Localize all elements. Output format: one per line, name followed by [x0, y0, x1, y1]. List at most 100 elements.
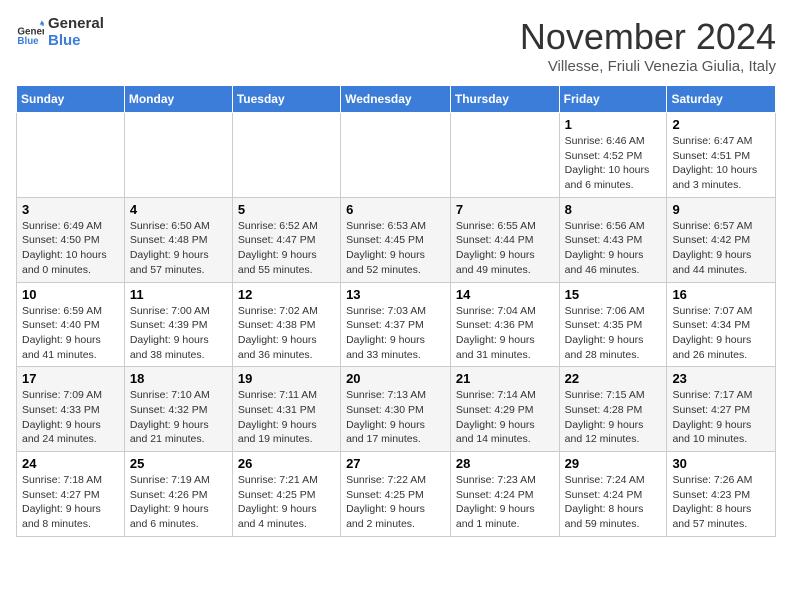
day-cell: 22 Sunrise: 7:15 AMSunset: 4:28 PMDayligh… — [559, 367, 667, 452]
week-row-2: 3Sunrise: 6:49 AMSunset: 4:50 PMDaylight… — [17, 197, 776, 282]
header-cell-friday: Friday — [559, 86, 667, 113]
day-info: Sunrise: 7:24 AMSunset: 4:24 PMDaylight:… — [565, 473, 662, 532]
day-info: Sunrise: 6:46 AMSunset: 4:52 PMDaylight:… — [565, 134, 662, 193]
logo-general: General — [48, 16, 104, 33]
day-cell: 3Sunrise: 6:49 AMSunset: 4:50 PMDaylight… — [17, 197, 125, 282]
svg-text:Blue: Blue — [17, 36, 39, 47]
day-number: 10 — [22, 287, 119, 302]
day-info: Sunrise: 6:55 AMSunset: 4:44 PMDaylight:… — [456, 219, 554, 278]
week-row-1: 1 Sunrise: 6:46 AMSunset: 4:52 PMDaylight… — [17, 113, 776, 198]
day-cell: 9Sunrise: 6:57 AMSunset: 4:42 PMDaylight… — [667, 197, 776, 282]
week-row-4: 17 Sunrise: 7:09 AMSunset: 4:33 PMDayligh… — [17, 367, 776, 452]
day-number: 14 — [456, 287, 554, 302]
day-number: 15 — [565, 287, 662, 302]
day-info: Sunrise: 7:26 AMSunset: 4:23 PMDaylight:… — [672, 473, 770, 532]
day-cell: 20 Sunrise: 7:13 AMSunset: 4:30 PMDayligh… — [341, 367, 451, 452]
day-cell: 2 Sunrise: 6:47 AMSunset: 4:51 PMDaylight… — [667, 113, 776, 198]
day-number: 18 — [130, 371, 227, 386]
day-cell: 21Sunrise: 7:14 AMSunset: 4:29 PMDayligh… — [450, 367, 559, 452]
day-cell: 30 Sunrise: 7:26 AMSunset: 4:23 PMDayligh… — [667, 452, 776, 537]
day-info: Sunrise: 6:47 AMSunset: 4:51 PMDaylight:… — [672, 134, 770, 193]
header-cell-thursday: Thursday — [450, 86, 559, 113]
day-info: Sunrise: 6:59 AMSunset: 4:40 PMDaylight:… — [22, 304, 119, 363]
day-cell: 28 Sunrise: 7:23 AMSunset: 4:24 PMDayligh… — [450, 452, 559, 537]
day-info: Sunrise: 6:52 AMSunset: 4:47 PMDaylight:… — [238, 219, 335, 278]
day-info: Sunrise: 7:22 AMSunset: 4:25 PMDaylight:… — [346, 473, 445, 532]
day-number: 5 — [238, 202, 335, 217]
day-cell: 8 Sunrise: 6:56 AMSunset: 4:43 PMDaylight… — [559, 197, 667, 282]
day-cell: 23 Sunrise: 7:17 AMSunset: 4:27 PMDayligh… — [667, 367, 776, 452]
calendar-body: 1 Sunrise: 6:46 AMSunset: 4:52 PMDaylight… — [17, 113, 776, 537]
day-number: 8 — [565, 202, 662, 217]
day-cell — [450, 113, 559, 198]
day-cell: 13Sunrise: 7:03 AMSunset: 4:37 PMDayligh… — [341, 282, 451, 367]
day-number: 24 — [22, 456, 119, 471]
day-cell: 1 Sunrise: 6:46 AMSunset: 4:52 PMDaylight… — [559, 113, 667, 198]
header-cell-tuesday: Tuesday — [232, 86, 340, 113]
day-number: 12 — [238, 287, 335, 302]
day-number: 19 — [238, 371, 335, 386]
location-subtitle: Villesse, Friuli Venezia Giulia, Italy — [520, 58, 776, 75]
day-cell: 17 Sunrise: 7:09 AMSunset: 4:33 PMDayligh… — [17, 367, 125, 452]
day-info: Sunrise: 7:15 AMSunset: 4:28 PMDaylight:… — [565, 388, 662, 447]
day-number: 23 — [672, 371, 770, 386]
day-number: 27 — [346, 456, 445, 471]
day-cell: 14 Sunrise: 7:04 AMSunset: 4:36 PMDayligh… — [450, 282, 559, 367]
header-cell-monday: Monday — [124, 86, 232, 113]
week-row-5: 24 Sunrise: 7:18 AMSunset: 4:27 PMDayligh… — [17, 452, 776, 537]
day-cell: 24 Sunrise: 7:18 AMSunset: 4:27 PMDayligh… — [17, 452, 125, 537]
logo: General Blue General Blue — [16, 16, 104, 49]
day-cell: 18 Sunrise: 7:10 AMSunset: 4:32 PMDayligh… — [124, 367, 232, 452]
day-info: Sunrise: 7:00 AMSunset: 4:39 PMDaylight:… — [130, 304, 227, 363]
day-number: 2 — [672, 117, 770, 132]
day-cell: 4Sunrise: 6:50 AMSunset: 4:48 PMDaylight… — [124, 197, 232, 282]
day-info: Sunrise: 7:10 AMSunset: 4:32 PMDaylight:… — [130, 388, 227, 447]
day-info: Sunrise: 7:14 AMSunset: 4:29 PMDaylight:… — [456, 388, 554, 447]
day-cell: 27 Sunrise: 7:22 AMSunset: 4:25 PMDayligh… — [341, 452, 451, 537]
day-cell: 15Sunrise: 7:06 AMSunset: 4:35 PMDayligh… — [559, 282, 667, 367]
day-number: 13 — [346, 287, 445, 302]
header-row: SundayMondayTuesdayWednesdayThursdayFrid… — [17, 86, 776, 113]
day-cell: 11 Sunrise: 7:00 AMSunset: 4:39 PMDayligh… — [124, 282, 232, 367]
day-number: 28 — [456, 456, 554, 471]
header-cell-saturday: Saturday — [667, 86, 776, 113]
day-number: 6 — [346, 202, 445, 217]
day-info: Sunrise: 7:21 AMSunset: 4:25 PMDaylight:… — [238, 473, 335, 532]
calendar-table: SundayMondayTuesdayWednesdayThursdayFrid… — [16, 85, 776, 537]
day-info: Sunrise: 7:04 AMSunset: 4:36 PMDaylight:… — [456, 304, 554, 363]
title-block: November 2024 Villesse, Friuli Venezia G… — [520, 16, 776, 75]
day-cell — [341, 113, 451, 198]
day-number: 1 — [565, 117, 662, 132]
day-cell: 6 Sunrise: 6:53 AMSunset: 4:45 PMDaylight… — [341, 197, 451, 282]
day-number: 30 — [672, 456, 770, 471]
day-info: Sunrise: 7:13 AMSunset: 4:30 PMDaylight:… — [346, 388, 445, 447]
header-cell-sunday: Sunday — [17, 86, 125, 113]
day-cell: 19 Sunrise: 7:11 AMSunset: 4:31 PMDayligh… — [232, 367, 340, 452]
day-info: Sunrise: 7:17 AMSunset: 4:27 PMDaylight:… — [672, 388, 770, 447]
logo-icon: General Blue — [16, 19, 44, 47]
day-info: Sunrise: 7:23 AMSunset: 4:24 PMDaylight:… — [456, 473, 554, 532]
day-cell: 16Sunrise: 7:07 AMSunset: 4:34 PMDayligh… — [667, 282, 776, 367]
day-number: 11 — [130, 287, 227, 302]
day-info: Sunrise: 7:18 AMSunset: 4:27 PMDaylight:… — [22, 473, 119, 532]
day-info: Sunrise: 6:53 AMSunset: 4:45 PMDaylight:… — [346, 219, 445, 278]
month-title: November 2024 — [520, 16, 776, 58]
day-number: 20 — [346, 371, 445, 386]
day-number: 26 — [238, 456, 335, 471]
calendar-header: SundayMondayTuesdayWednesdayThursdayFrid… — [17, 86, 776, 113]
day-info: Sunrise: 6:56 AMSunset: 4:43 PMDaylight:… — [565, 219, 662, 278]
day-cell — [124, 113, 232, 198]
day-cell: 7Sunrise: 6:55 AMSunset: 4:44 PMDaylight… — [450, 197, 559, 282]
day-info: Sunrise: 7:09 AMSunset: 4:33 PMDaylight:… — [22, 388, 119, 447]
day-info: Sunrise: 7:19 AMSunset: 4:26 PMDaylight:… — [130, 473, 227, 532]
day-number: 22 — [565, 371, 662, 386]
day-info: Sunrise: 7:11 AMSunset: 4:31 PMDaylight:… — [238, 388, 335, 447]
day-number: 17 — [22, 371, 119, 386]
day-info: Sunrise: 7:02 AMSunset: 4:38 PMDaylight:… — [238, 304, 335, 363]
day-cell: 5 Sunrise: 6:52 AMSunset: 4:47 PMDaylight… — [232, 197, 340, 282]
day-number: 25 — [130, 456, 227, 471]
day-cell: 29Sunrise: 7:24 AMSunset: 4:24 PMDayligh… — [559, 452, 667, 537]
day-info: Sunrise: 6:57 AMSunset: 4:42 PMDaylight:… — [672, 219, 770, 278]
day-cell: 12 Sunrise: 7:02 AMSunset: 4:38 PMDayligh… — [232, 282, 340, 367]
day-number: 16 — [672, 287, 770, 302]
